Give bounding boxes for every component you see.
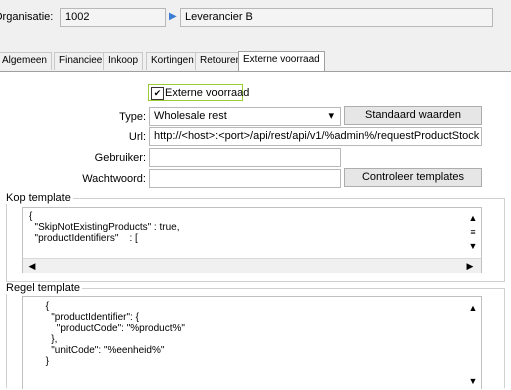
scroll-up-icon[interactable]: ▲	[466, 302, 480, 314]
dropdown-icon: ▾	[328, 110, 334, 122]
supplier-field[interactable]: Leverancier B	[180, 8, 493, 27]
tab-algemeen[interactable]: Algemeen	[0, 52, 52, 70]
regel-template-title: Regel template	[4, 282, 82, 294]
supplier-arrow-icon: ▶	[169, 11, 177, 22]
standaard-waarden-button[interactable]: Standaard waarden	[344, 106, 482, 125]
url-input[interactable]: http://<host>:<port>/api/rest/api/v1/%ad…	[149, 127, 482, 146]
regel-template-vscroll[interactable]: ▲ ▼	[466, 298, 481, 388]
organisation-field[interactable]: 1002	[60, 8, 166, 27]
scroll-down-icon[interactable]: ▼	[466, 240, 480, 252]
kop-template-title: Kop template	[4, 192, 73, 204]
tab-kortingen[interactable]: Kortingen	[146, 52, 199, 70]
type-label: Type:	[119, 111, 146, 123]
type-select[interactable]: Wholesale rest ▾	[149, 107, 341, 126]
regel-template-editor[interactable]: { "productIdentifier": { "productCode": …	[22, 296, 482, 389]
scroll-up-icon[interactable]: ▲	[466, 212, 480, 224]
externe-voorraad-checkbox[interactable]: ✔	[151, 87, 164, 100]
organisation-label: Organisatie:	[0, 11, 54, 23]
scroll-down-icon[interactable]: ▼	[466, 375, 480, 387]
gebruiker-input[interactable]	[149, 148, 341, 167]
url-label: Url:	[128, 131, 146, 143]
gebruiker-label: Gebruiker:	[94, 152, 146, 164]
externe-voorraad-label: Externe voorraad	[165, 87, 250, 99]
wachtwoord-label: Wachtwoord:	[82, 173, 146, 185]
type-select-value: Wholesale rest	[154, 110, 227, 122]
kop-template-hscroll[interactable]: ◀ ▶	[23, 258, 481, 273]
scroll-right-icon[interactable]: ▶	[463, 260, 477, 272]
kop-template-vscroll[interactable]: ▲ ≡ ▼	[466, 208, 481, 256]
tab-externe-voorraad[interactable]: Externe voorraad	[238, 51, 325, 71]
wachtwoord-input[interactable]	[149, 169, 341, 188]
scroll-grip-icon[interactable]: ≡	[466, 226, 480, 238]
tab-financieel[interactable]: Financieel	[54, 52, 110, 70]
tab-bar: Algemeen Financieel Inkoop Kortingen Ret…	[0, 51, 511, 72]
tab-inkoop[interactable]: Inkoop	[103, 52, 144, 70]
controleer-templates-button[interactable]: Controleer templates	[344, 168, 482, 187]
scroll-left-icon[interactable]: ◀	[25, 260, 39, 272]
